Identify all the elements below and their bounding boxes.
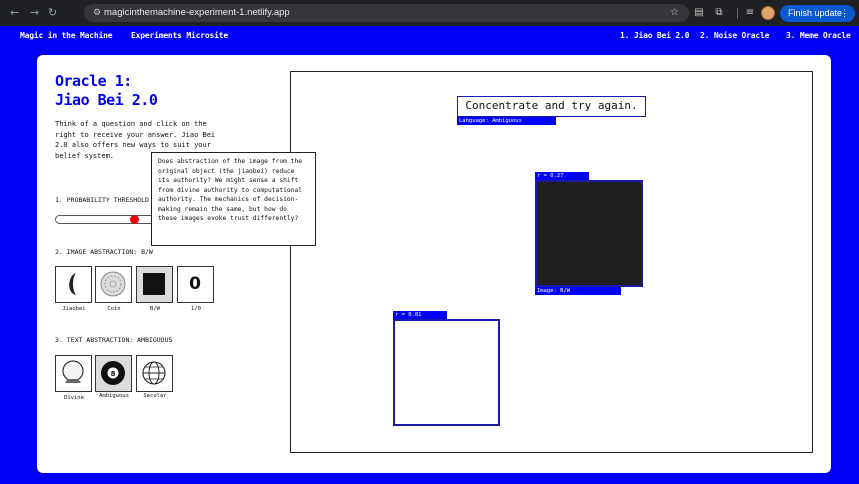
option-binary[interactable]: 0	[177, 266, 214, 303]
oracle-answer: Concentrate and try again.	[457, 96, 646, 117]
more-menu-icon[interactable]: ⋮	[840, 5, 849, 22]
coin-icon	[100, 271, 126, 297]
option-coin-label: Coin	[107, 306, 121, 312]
jiaobei-block-1[interactable]	[535, 180, 643, 287]
option-bw[interactable]	[136, 266, 173, 303]
option-jiaobei[interactable]	[55, 266, 92, 303]
option-ambiguous-label: Ambiguous	[99, 393, 129, 399]
option-bw-label: B/W	[150, 306, 160, 312]
jiaobei-block-2[interactable]	[393, 319, 500, 426]
oracle-title-line1: Oracle 1:	[55, 72, 132, 90]
browser-toolbar: ← → ↻ ⚙ magicinthemachine-experiment-1.n…	[0, 0, 859, 26]
option-secular[interactable]	[136, 355, 173, 392]
block-1-image-tag: Image: B/W	[535, 287, 621, 295]
language-tag: Language: Ambiguous	[457, 117, 556, 125]
globe-icon	[142, 361, 166, 385]
finish-update-button[interactable]: Finish update ⋮	[780, 5, 855, 22]
site-settings-icon[interactable]: ⚙	[90, 6, 104, 20]
probability-label: 1. PROBABILITY THRESHOLD	[55, 196, 149, 204]
text-abstraction-label: 3. TEXT ABSTRACTION: AMBIGUOUS	[55, 336, 173, 344]
media-queue-icon[interactable]: ≡	[743, 6, 757, 20]
nav-meme-oracle[interactable]: 3. Meme Oracle	[786, 31, 851, 41]
bookmark-star-icon[interactable]: ☆	[670, 6, 679, 20]
option-divine[interactable]	[55, 355, 92, 392]
jiaobei-icon	[69, 273, 76, 295]
block-1-r-tag: r = 0.27	[535, 172, 589, 180]
content-panel: Oracle 1: Jiao Bei 2.0 Think of a questi…	[37, 55, 831, 473]
nav-jiao-bei[interactable]: 1. Jiao Bei 2.0	[620, 31, 689, 41]
extensions-icon[interactable]: ⧉	[712, 6, 726, 20]
address-bar[interactable]: ⚙ magicinthemachine-experiment-1.netlify…	[84, 4, 689, 22]
back-icon[interactable]: ←	[10, 6, 19, 20]
microsite-link[interactable]: Experiments Microsite	[131, 31, 228, 41]
oracle-stage[interactable]: Concentrate and try again. Language: Amb…	[290, 71, 813, 453]
crystal-ball-icon	[62, 360, 84, 383]
option-divine-label: Divine	[64, 395, 84, 401]
binary-zero-icon: 0	[189, 274, 201, 294]
url-text: magicinthemachine-experiment-1.netlify.a…	[104, 7, 290, 18]
finish-update-label: Finish update	[788, 8, 843, 18]
image-abstraction-label: 2. IMAGE ABSTRACTION: B/W	[55, 248, 153, 256]
nav-noise-oracle[interactable]: 2. Noise Oracle	[700, 31, 769, 41]
block-2-r-tag: r = 0.81	[393, 311, 447, 319]
reading-list-icon[interactable]: ▤	[692, 6, 706, 20]
option-coin[interactable]	[95, 266, 132, 303]
oracle-title-line2: Jiao Bei 2.0	[55, 91, 158, 109]
reload-icon[interactable]: ↻	[48, 6, 57, 20]
abstraction-tooltip: Does abstraction of the image from the o…	[151, 152, 316, 246]
magic-8-ball-icon: 8	[101, 361, 125, 385]
toolbar-divider	[737, 8, 738, 19]
bw-square-icon	[143, 273, 165, 295]
option-ambiguous[interactable]: 8	[95, 355, 132, 392]
profile-avatar[interactable]	[761, 6, 775, 20]
forward-icon[interactable]: →	[30, 6, 39, 20]
svg-text:8: 8	[111, 370, 116, 378]
site-page: Magic in the Machine Experiments Microsi…	[0, 26, 859, 484]
brand-link[interactable]: Magic in the Machine	[20, 31, 113, 41]
option-binary-label: 1/0	[191, 306, 201, 312]
oracle-title: Oracle 1: Jiao Bei 2.0	[55, 72, 158, 110]
option-jiaobei-label: Jiaobei	[62, 306, 86, 312]
option-secular-label: Secular	[143, 393, 167, 399]
